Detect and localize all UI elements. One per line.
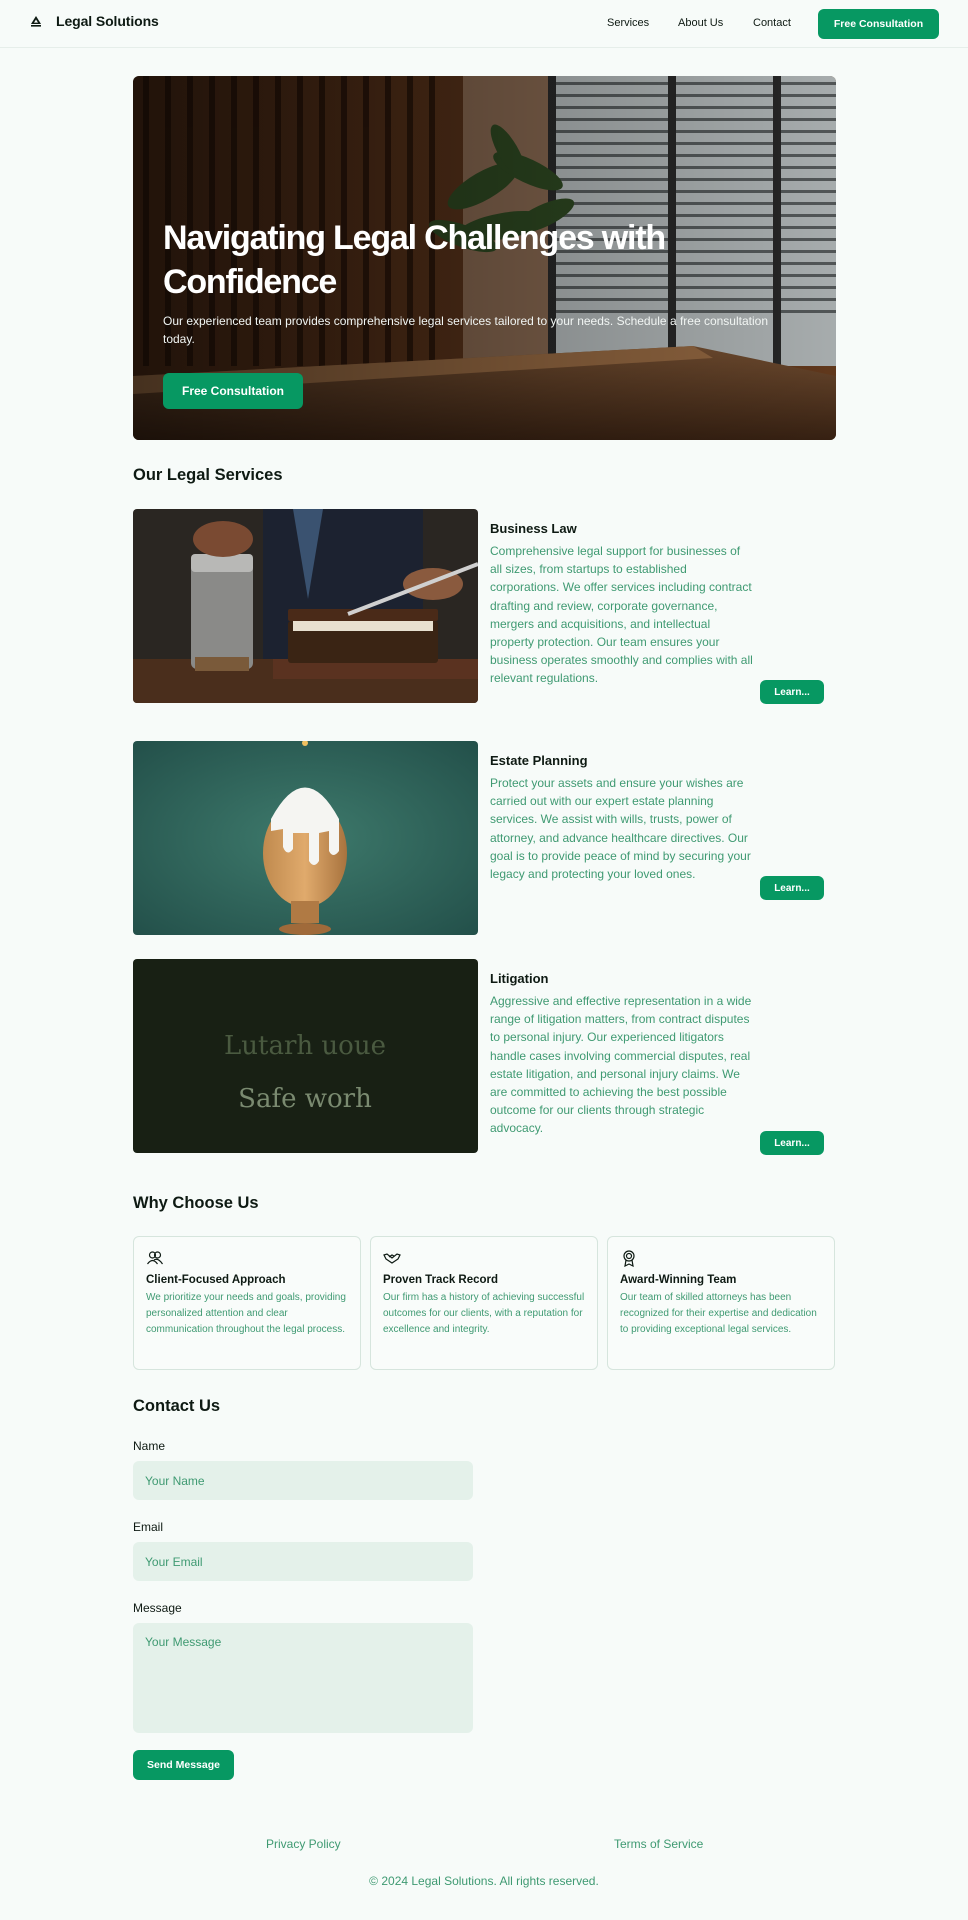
hero-title: Navigating Legal Challenges with Confide…: [163, 219, 666, 301]
contact-heading: Contact Us: [133, 1397, 221, 1415]
estate-planning-card: Estate Planning Protect your assets and …: [490, 753, 755, 883]
users-icon: [147, 1251, 163, 1265]
track-record-card: Proven Track Record Our firm has a histo…: [370, 1236, 598, 1370]
why-heading: Why Choose Us: [133, 1194, 259, 1212]
hero-banner: Navigating Legal Challenges with Confide…: [133, 76, 836, 440]
business-law-image: [133, 509, 478, 703]
litigation-card: Litigation Aggressive and effective repr…: [490, 971, 755, 1138]
hero-subtitle: Our experienced team provides comprehens…: [163, 314, 769, 346]
card-title: Award-Winning Team: [620, 1274, 737, 1286]
card-title: Proven Track Record: [383, 1274, 499, 1286]
estate-planning-learn-button[interactable]: Learn...: [760, 876, 824, 900]
business-law-learn-button[interactable]: Learn...: [760, 680, 824, 704]
copyright-text: © 2024 Legal Solutions. All rights reser…: [369, 1874, 599, 1888]
service-name: Litigation: [490, 971, 549, 986]
business-law-card: Business Law Comprehensive legal support…: [490, 521, 755, 688]
image-text-line-1: Lutarh uoue: [224, 1031, 386, 1061]
brand[interactable]: Legal Solutions: [28, 13, 159, 29]
header-consultation-button[interactable]: Free Consultation: [818, 9, 939, 39]
name-label: Name: [133, 1439, 166, 1453]
litigation-image: Lutarh uoue Safe worh: [133, 959, 478, 1153]
card-description: Our team of skilled attorneys has been r…: [620, 1292, 817, 1335]
nav-about-link[interactable]: About Us: [678, 17, 723, 29]
card-description: Our firm has a history of achieving succ…: [383, 1292, 585, 1335]
message-label: Message: [133, 1601, 182, 1615]
service-description: Aggressive and effective representation …: [490, 994, 752, 1136]
logo-icon: [31, 16, 41, 27]
client-focused-card: Client-Focused Approach We prioritize yo…: [133, 1236, 361, 1370]
brand-name: Legal Solutions: [56, 13, 159, 29]
card-title: Client-Focused Approach: [146, 1274, 286, 1286]
privacy-policy-link[interactable]: Privacy Policy: [266, 1837, 341, 1851]
nav-contact-link[interactable]: Contact: [753, 17, 791, 29]
award-winning-card: Award-Winning Team Our team of skilled a…: [607, 1236, 835, 1370]
service-name: Business Law: [490, 521, 577, 536]
email-label: Email: [133, 1520, 164, 1534]
send-message-button[interactable]: Send Message: [133, 1750, 234, 1780]
image-text-line-2: Safe worh: [238, 1084, 372, 1114]
card-description: We prioritize your needs and goals, prov…: [146, 1292, 346, 1335]
nav-services-link[interactable]: Services: [607, 17, 649, 29]
email-field[interactable]: [133, 1542, 473, 1581]
hero-consultation-button[interactable]: Free Consultation: [163, 373, 303, 409]
name-field[interactable]: [133, 1461, 473, 1500]
message-field[interactable]: [133, 1623, 473, 1733]
litigation-learn-button[interactable]: Learn...: [760, 1131, 824, 1155]
site-header: Legal Solutions Services About Us Contac…: [0, 0, 968, 48]
award-icon: [623, 1250, 635, 1267]
handshake-icon: [383, 1253, 401, 1264]
terms-of-service-link[interactable]: Terms of Service: [614, 1837, 703, 1851]
service-name: Estate Planning: [490, 753, 588, 768]
service-description: Comprehensive legal support for business…: [490, 544, 753, 686]
services-heading: Our Legal Services: [133, 466, 283, 484]
service-description: Protect your assets and ensure your wish…: [490, 776, 751, 882]
estate-planning-image: [133, 741, 478, 935]
